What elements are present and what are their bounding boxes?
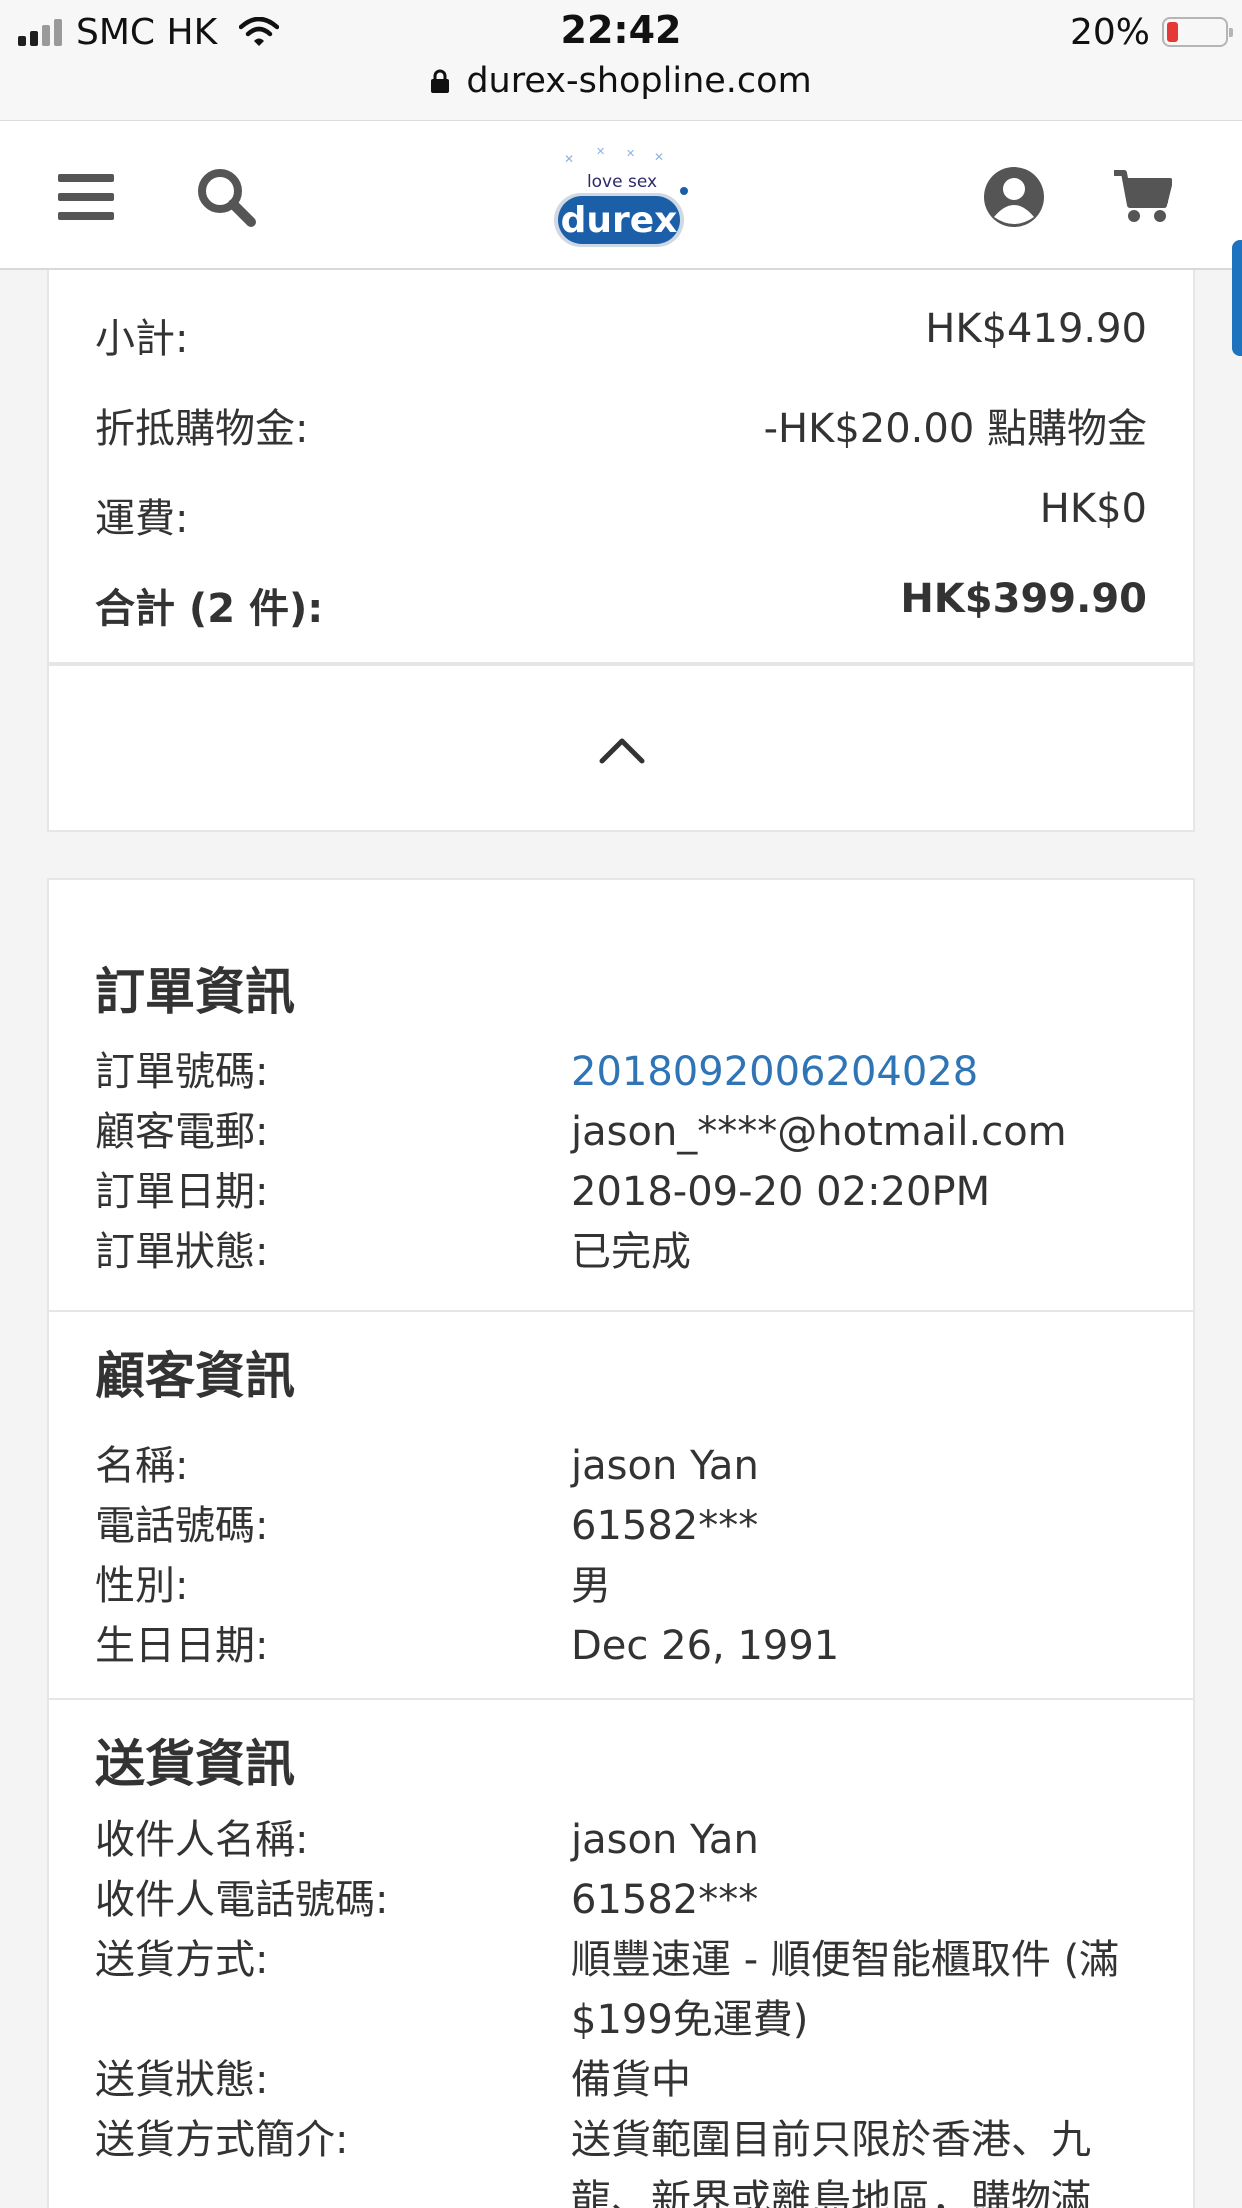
hamburger-icon — [58, 174, 114, 220]
collapse-toggle[interactable] — [47, 664, 1195, 832]
total-label: 合計 (2 件): — [95, 586, 324, 632]
customer-phone-label: 電話號碼: — [95, 1503, 269, 1549]
svg-text:✕: ✕ — [564, 152, 574, 166]
chevron-up-icon — [599, 738, 645, 764]
battery-percent: 20% — [1069, 11, 1150, 53]
order-number-label: 訂單號碼: — [95, 1049, 269, 1095]
recipient-name-value: jason Yan — [571, 1817, 759, 1863]
order-date-label: 訂單日期: — [95, 1169, 269, 1215]
shipping-value: HK$0 — [1039, 486, 1147, 532]
delivery-desc-value-line1: 送貨範圍目前只限於香港、九 — [571, 2117, 1091, 2163]
delivery-method-value-line2: $199免運費) — [571, 1997, 809, 2043]
status-time: 22:42 — [560, 8, 682, 52]
search-button[interactable] — [184, 155, 268, 239]
customer-gender-value: 男 — [571, 1563, 611, 1609]
status-bar: SMC HK 22:42 20% durex-shopline.com — [0, 0, 1242, 120]
credit-label: 折抵購物金: — [95, 406, 309, 452]
total-row: 合計 (2 件): HK$399.90 — [95, 576, 1147, 634]
order-details-card: 訂單資訊 訂單號碼: 2018092006204028 顧客電郵: jason_… — [47, 878, 1195, 2208]
delivery-desc-value-line2: 龍、新界或離島地區，購物滿 — [571, 2177, 1091, 2208]
email-label: 顧客電郵: — [95, 1109, 269, 1155]
order-info-title: 訂單資訊 — [95, 963, 295, 1021]
delivery-desc-label: 送貨方式簡介: — [95, 2117, 349, 2163]
customer-birthday-label: 生日日期: — [95, 1623, 269, 1669]
delivery-info-title: 送貨資訊 — [95, 1735, 295, 1793]
logo-tagline: love sex — [587, 172, 657, 192]
delivery-method-value-line1: 順豐速運 - 順便智能櫃取件 (滿 — [571, 1937, 1120, 1983]
lock-icon — [431, 69, 450, 93]
customer-name-value: jason Yan — [571, 1443, 759, 1489]
email-value: jason_****@hotmail.com — [571, 1109, 1067, 1155]
cart-button[interactable] — [1100, 155, 1184, 239]
customer-name-label: 名稱: — [95, 1443, 189, 1489]
side-floating-tab[interactable] — [1232, 240, 1242, 356]
subtotal-label: 小計: — [95, 316, 189, 362]
order-info-section: 訂單資訊 訂單號碼: 2018092006204028 顧客電郵: jason_… — [49, 880, 1193, 1310]
customer-phone-value: 61582*** — [571, 1503, 759, 1549]
subtotal-value: HK$419.90 — [925, 306, 1147, 352]
account-button[interactable] — [972, 155, 1056, 239]
page-url: durex-shopline.com — [466, 61, 812, 101]
cart-icon — [1114, 170, 1172, 222]
url-bar[interactable]: durex-shopline.com — [0, 58, 1242, 104]
battery-level — [1167, 22, 1178, 42]
battery-icon — [1162, 17, 1233, 47]
credit-value: -HK$20.00 點購物金 — [763, 406, 1147, 452]
order-status-label: 訂單狀態: — [95, 1229, 269, 1275]
subtotal-row: 小計: HK$419.90 — [95, 306, 1147, 364]
order-date-value: 2018-09-20 02:20PM — [571, 1169, 991, 1215]
delivery-status-value: 備貨中 — [571, 2057, 691, 2103]
recipient-phone-label: 收件人電話號碼: — [95, 1877, 389, 1923]
logo-image: ✕ ✕ ✕ ✕ love sex durex — [554, 145, 688, 247]
menu-button[interactable] — [44, 155, 128, 239]
delivery-method-label: 送貨方式: — [95, 1937, 269, 1983]
customer-birthday-value: Dec 26, 1991 — [571, 1623, 840, 1669]
status-right: 20% — [1069, 10, 1233, 54]
svg-text:✕: ✕ — [626, 147, 635, 160]
delivery-status-label: 送貨狀態: — [95, 2057, 269, 2103]
user-icon — [984, 167, 1044, 227]
credit-row: 折抵購物金: -HK$20.00 點購物金 — [95, 396, 1147, 454]
customer-gender-label: 性別: — [95, 1563, 189, 1609]
order-summary-card: 小計: HK$419.90 折抵購物金: -HK$20.00 點購物金 運費: … — [47, 270, 1195, 664]
durex-logo[interactable]: ✕ ✕ ✕ ✕ love sex durex — [544, 141, 694, 253]
logo-wordmark: durex — [561, 200, 678, 241]
search-icon — [198, 169, 256, 227]
shipping-label: 運費: — [95, 496, 189, 542]
svg-text:✕: ✕ — [596, 145, 605, 158]
site-header: ✕ ✕ ✕ ✕ love sex durex — [0, 120, 1242, 270]
customer-info-section: 顧客資訊 名稱: jason Yan 電話號碼: 61582*** 性別: 男 … — [49, 1310, 1193, 1698]
recipient-phone-value: 61582*** — [571, 1877, 759, 1923]
customer-info-title: 顧客資訊 — [95, 1347, 295, 1405]
order-status-value: 已完成 — [571, 1229, 691, 1275]
svg-text:✕: ✕ — [654, 150, 664, 164]
total-value: HK$399.90 — [900, 576, 1147, 622]
order-number-link[interactable]: 2018092006204028 — [571, 1042, 1147, 1102]
recipient-name-label: 收件人名稱: — [95, 1817, 309, 1863]
shipping-row: 運費: HK$0 — [95, 486, 1147, 544]
delivery-info-section: 送貨資訊 收件人名稱: jason Yan 收件人電話號碼: 61582*** … — [49, 1698, 1193, 2208]
